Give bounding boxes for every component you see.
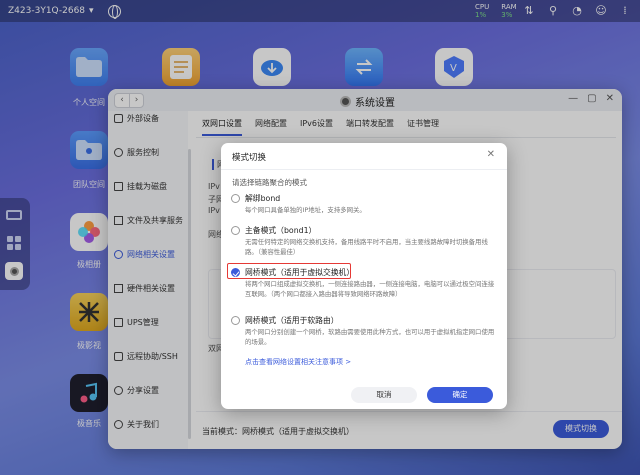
option-title: 解绑bond [245,194,281,203]
option-title: 主备模式（bond1） [245,226,317,235]
cancel-button[interactable]: 取消 [351,387,417,403]
radio-button[interactable] [231,194,240,203]
confirm-button[interactable]: 确定 [427,387,493,403]
radio-button[interactable] [231,226,240,235]
radio-button-checked[interactable] [231,268,240,277]
option-description: 每个网口具备单独的IP地址，支持多网关。 [245,206,366,214]
option-description: 两个网口分别创建一个网桥，软路由需要使用此种方式，也可以用于虚拟机指定网口使用的… [245,328,495,346]
dialog-prompt: 请选择链路聚合的模式 [232,178,307,187]
dialog-divider [221,169,507,170]
dialog-title: 模式切换 [232,153,267,163]
option-description: 将两个网口组成虚拟交换机，一侧连接路由器，一侧连接电脑，电脑可以通过极空间连接互… [245,280,495,298]
radio-button[interactable] [231,316,240,325]
option-title: 网桥模式（适用于软路由） [245,316,339,325]
close-icon[interactable]: ✕ [487,149,495,160]
network-notes-link[interactable]: 点击查看网络设置相关注意事项 > [245,357,351,367]
option-title: 网桥模式（适用于虚拟交换机） [245,268,355,277]
option-description: 无需任何特定的网络交换机支持，备用线路平时不启用，当主要线路故障时切换备用线路。… [245,238,488,256]
mode-switch-dialog: 模式切换 ✕ 请选择链路聚合的模式 解绑bond 每个网口具备单独的IP地址，支… [221,143,507,409]
